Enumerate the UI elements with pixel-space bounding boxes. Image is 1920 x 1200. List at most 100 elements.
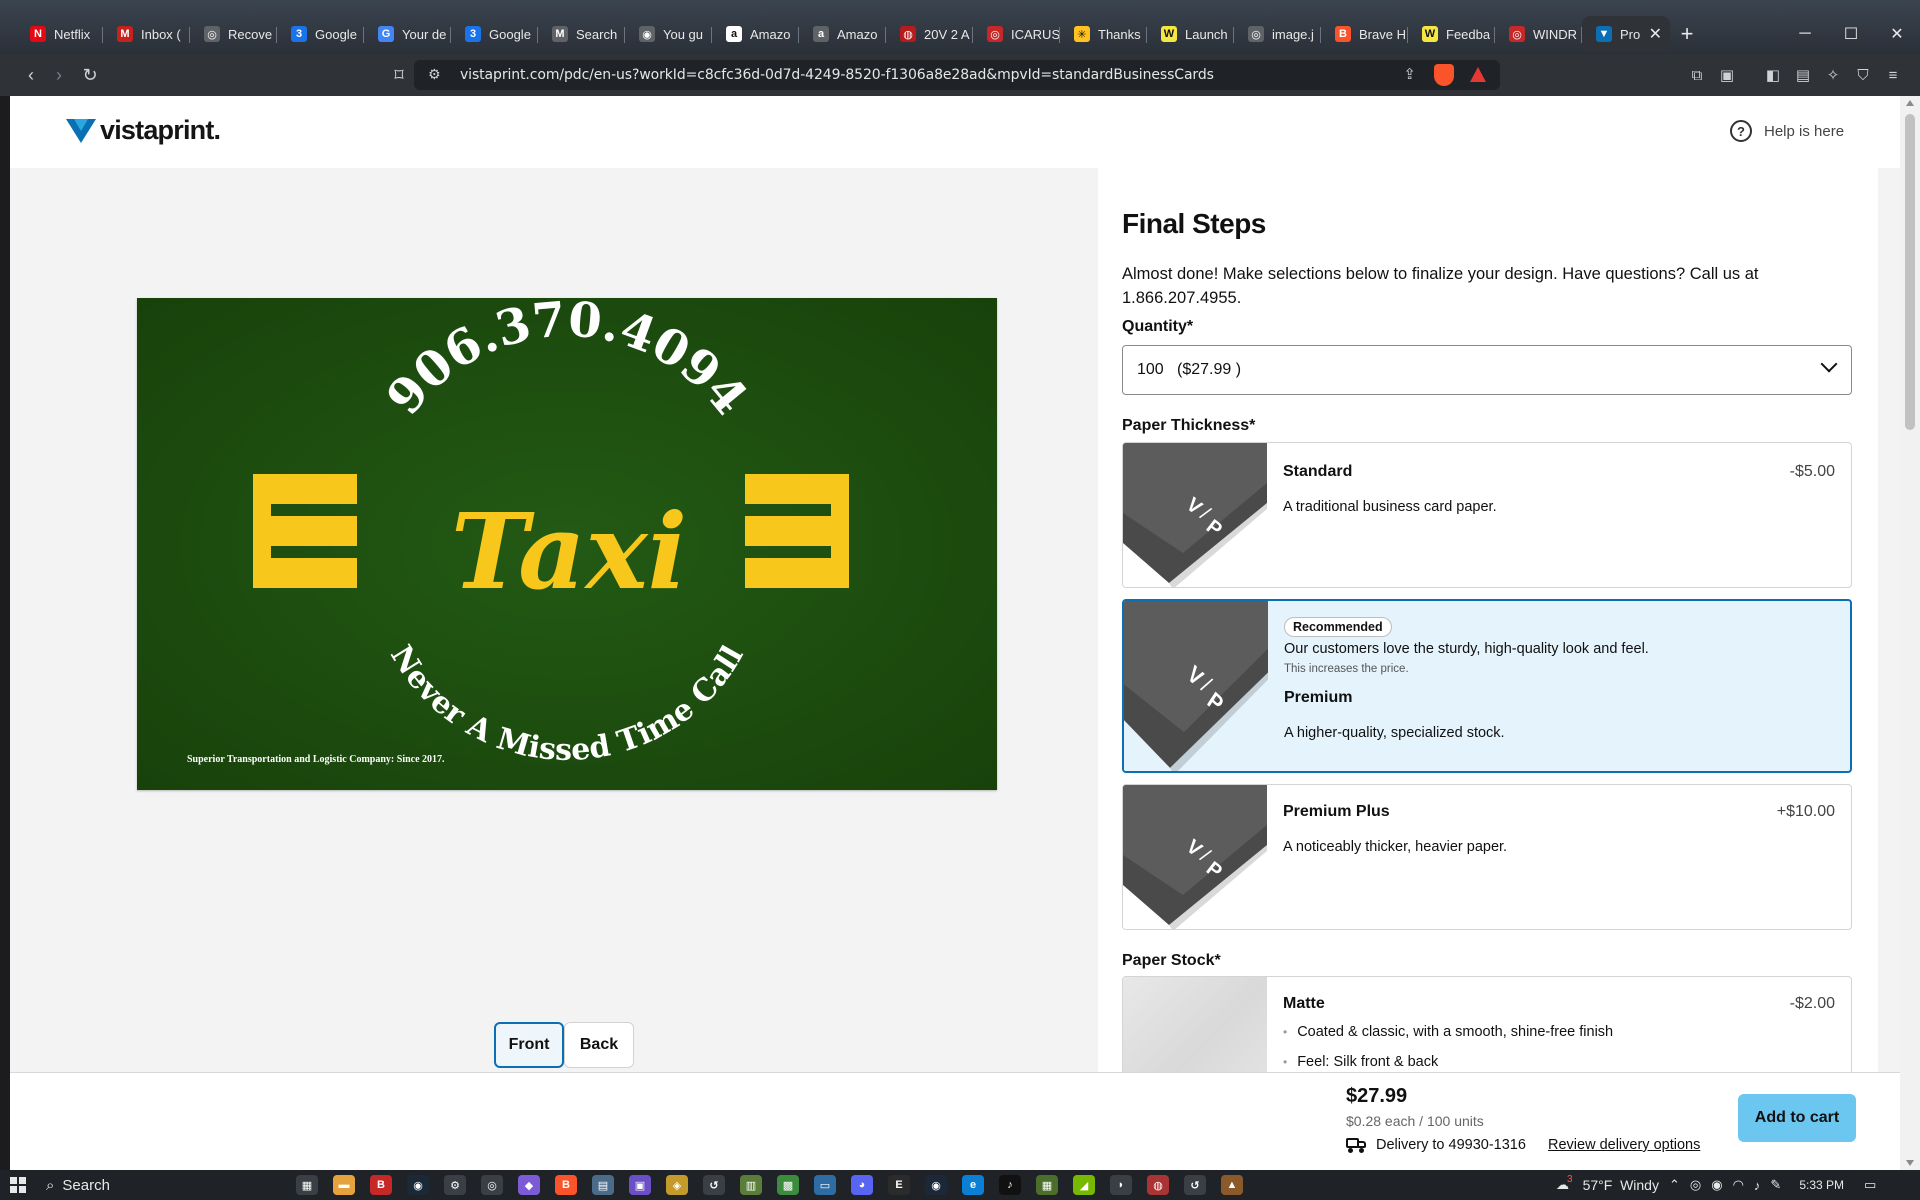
weather-text[interactable]: 57°F Windy <box>1583 1177 1659 1193</box>
search-icon: ⌕ <box>46 1176 55 1194</box>
browser-tab[interactable]: ▼ Pro ✕ <box>1582 16 1670 52</box>
sidebar-icon[interactable]: ◧ <box>1760 62 1786 88</box>
task-view-icon[interactable]: ▦ <box>296 1175 318 1195</box>
pen-icon[interactable]: ✎ <box>1770 1177 1781 1193</box>
front-side-button[interactable]: Front <box>494 1022 564 1068</box>
share-icon[interactable]: ⇪ <box>1403 65 1416 83</box>
menu-icon[interactable]: ≡ <box>1880 62 1906 88</box>
app-icon[interactable]: ▭ <box>814 1175 836 1195</box>
card-artwork: 906.370.4094 Taxi Never A Missed Time Ca… <box>137 298 997 790</box>
site-info-icon[interactable]: ⚙ <box>428 66 441 83</box>
browser-tab[interactable]: ◉ You gu <box>625 16 712 52</box>
browser-tab[interactable]: a Amazo <box>712 16 799 52</box>
app-icon[interactable]: ▲ <box>1221 1175 1243 1195</box>
recommended-badge: Recommended <box>1284 617 1392 637</box>
browser-tab[interactable]: ✳ Thanks <box>1060 16 1147 52</box>
thickness-option-standard[interactable]: V / P Standard -$5.00 A traditional busine… <box>1122 442 1852 588</box>
browser-tab[interactable]: 3 Google <box>277 16 364 52</box>
icarus-icon: ◎ <box>987 26 1003 42</box>
leo-ai-icon[interactable]: ✧ <box>1820 62 1846 88</box>
settings-icon[interactable]: ⚙ <box>444 1175 466 1195</box>
business-card-preview[interactable]: 906.370.4094 Taxi Never A Missed Time Ca… <box>137 298 997 790</box>
reload-icon[interactable]: ↻ <box>77 62 103 88</box>
vistaprint-logo[interactable]: vistaprint. <box>66 115 221 146</box>
app-icon[interactable]: ▣ <box>629 1175 651 1195</box>
bookmark-icon[interactable]: ⌑ <box>386 62 412 88</box>
app-icon[interactable]: ◗ <box>1110 1175 1132 1195</box>
back-side-button[interactable]: Back <box>564 1022 634 1068</box>
help-link[interactable]: ? Help is here <box>1730 120 1844 142</box>
app-icon[interactable]: ▦ <box>1036 1175 1058 1195</box>
app-icon[interactable]: ▤ <box>592 1175 614 1195</box>
thickness-option-premium-plus[interactable]: V / P Premium Plus +$10.00 A noticeably th… <box>1122 784 1852 930</box>
page-scrollbar[interactable] <box>1900 96 1920 1170</box>
notifications-icon[interactable]: ▭ <box>1864 1177 1876 1193</box>
steam-icon[interactable]: ◉ <box>925 1175 947 1195</box>
epic-games-icon[interactable]: E <box>888 1175 910 1195</box>
maximize-icon[interactable]: ☐ <box>1828 14 1874 54</box>
browser-tab[interactable]: G Your de <box>364 16 451 52</box>
app-icon[interactable]: ◎ <box>481 1175 503 1195</box>
browser-tab[interactable]: W Launch <box>1147 16 1234 52</box>
wallet-icon[interactable]: ▤ <box>1790 62 1816 88</box>
taskbar-search[interactable]: ⌕ Search <box>40 1173 180 1197</box>
start-icon[interactable] <box>10 1177 26 1193</box>
tab-search-icon[interactable]: ▣ <box>1714 62 1740 88</box>
browser-tab[interactable]: M Inbox ( <box>103 16 190 52</box>
scrollbar-thumb[interactable] <box>1905 114 1915 430</box>
paper-corner-icon: V/P <box>1123 785 1267 929</box>
scroll-up-icon[interactable] <box>1906 100 1914 106</box>
steam-icon[interactable]: ◉ <box>407 1175 429 1195</box>
app-icon[interactable]: ↺ <box>1184 1175 1206 1195</box>
option-price: -$5.00 <box>1789 463 1835 480</box>
back-icon[interactable]: ‹ <box>18 62 44 88</box>
browser-tab[interactable]: W Feedba <box>1408 16 1495 52</box>
chevron-up-icon[interactable]: ⌃ <box>1669 1177 1680 1193</box>
quantity-select[interactable]: 100 ($27.99 ) <box>1122 345 1852 395</box>
new-tab-button[interactable]: + <box>1670 16 1704 52</box>
close-window-icon[interactable]: ✕ <box>1874 14 1920 54</box>
brave-shields-icon[interactable] <box>1434 64 1454 86</box>
copilot-icon[interactable]: ◆ <box>518 1175 540 1195</box>
thickness-option-premium[interactable]: V / P Recommended Our customers love the s… <box>1122 599 1852 773</box>
forward-icon[interactable]: › <box>46 62 72 88</box>
tray-app-icon[interactable]: ◉ <box>1711 1177 1722 1193</box>
browser-tab[interactable]: N Netflix <box>16 16 103 52</box>
vpn-icon[interactable]: ⛉ <box>1850 62 1876 88</box>
close-tab-icon[interactable]: ✕ <box>1649 24 1662 44</box>
tiktok-icon[interactable]: ♪ <box>999 1175 1021 1195</box>
brave-rewards-icon[interactable] <box>1470 67 1486 82</box>
browser-tab[interactable]: M Search <box>538 16 625 52</box>
browser-tab[interactable]: ◎ image.j <box>1234 16 1321 52</box>
browser-tab[interactable]: ◎ ICARUS <box>973 16 1060 52</box>
address-bar[interactable]: ⚙ vistaprint.com/pdc/en-us?workId=c8cfc3… <box>414 60 1500 90</box>
review-delivery-link[interactable]: Review delivery options <box>1548 1137 1700 1153</box>
app-icon[interactable]: ↺ <box>703 1175 725 1195</box>
clock[interactable]: 5:33 PM <box>1799 1178 1844 1192</box>
nvidia-icon[interactable]: ◢ <box>1073 1175 1095 1195</box>
discord-icon[interactable]: ◕ <box>851 1175 873 1195</box>
browser-tab[interactable]: ◎ Recove <box>190 16 277 52</box>
file-explorer-icon[interactable]: ▬ <box>333 1175 355 1195</box>
app-icon[interactable]: ▩ <box>777 1175 799 1195</box>
volume-icon[interactable]: ♪ <box>1754 1178 1761 1193</box>
browser-tab[interactable]: B Brave H <box>1321 16 1408 52</box>
browser-tab[interactable]: ◍ 20V 2 A <box>886 16 973 52</box>
minimize-icon[interactable]: ─ <box>1782 14 1828 54</box>
b-app-icon[interactable]: B <box>370 1175 392 1195</box>
browser-tab[interactable]: 3 Google <box>451 16 538 52</box>
app-icon[interactable]: ◍ <box>1147 1175 1169 1195</box>
app-icon[interactable]: ◈ <box>666 1175 688 1195</box>
add-to-cart-button[interactable]: Add to cart <box>1738 1094 1856 1142</box>
notepad-icon[interactable]: ▥ <box>740 1175 762 1195</box>
tab-label: Brave H <box>1359 26 1406 42</box>
tray-app-icon[interactable]: ◎ <box>1690 1177 1701 1193</box>
brave-taskbar-icon[interactable]: B <box>555 1175 577 1195</box>
edge-icon[interactable]: e <box>962 1175 984 1195</box>
browser-tab[interactable]: a Amazo <box>799 16 886 52</box>
extensions-icon[interactable]: ⧉ <box>1684 62 1710 88</box>
browser-tab[interactable]: ◎ WINDR <box>1495 16 1582 52</box>
scroll-down-icon[interactable] <box>1906 1160 1914 1166</box>
wifi-icon[interactable]: ◠ <box>1733 1177 1744 1193</box>
url-text[interactable]: vistaprint.com/pdc/en-us?workId=c8cfc36d… <box>460 67 1214 83</box>
